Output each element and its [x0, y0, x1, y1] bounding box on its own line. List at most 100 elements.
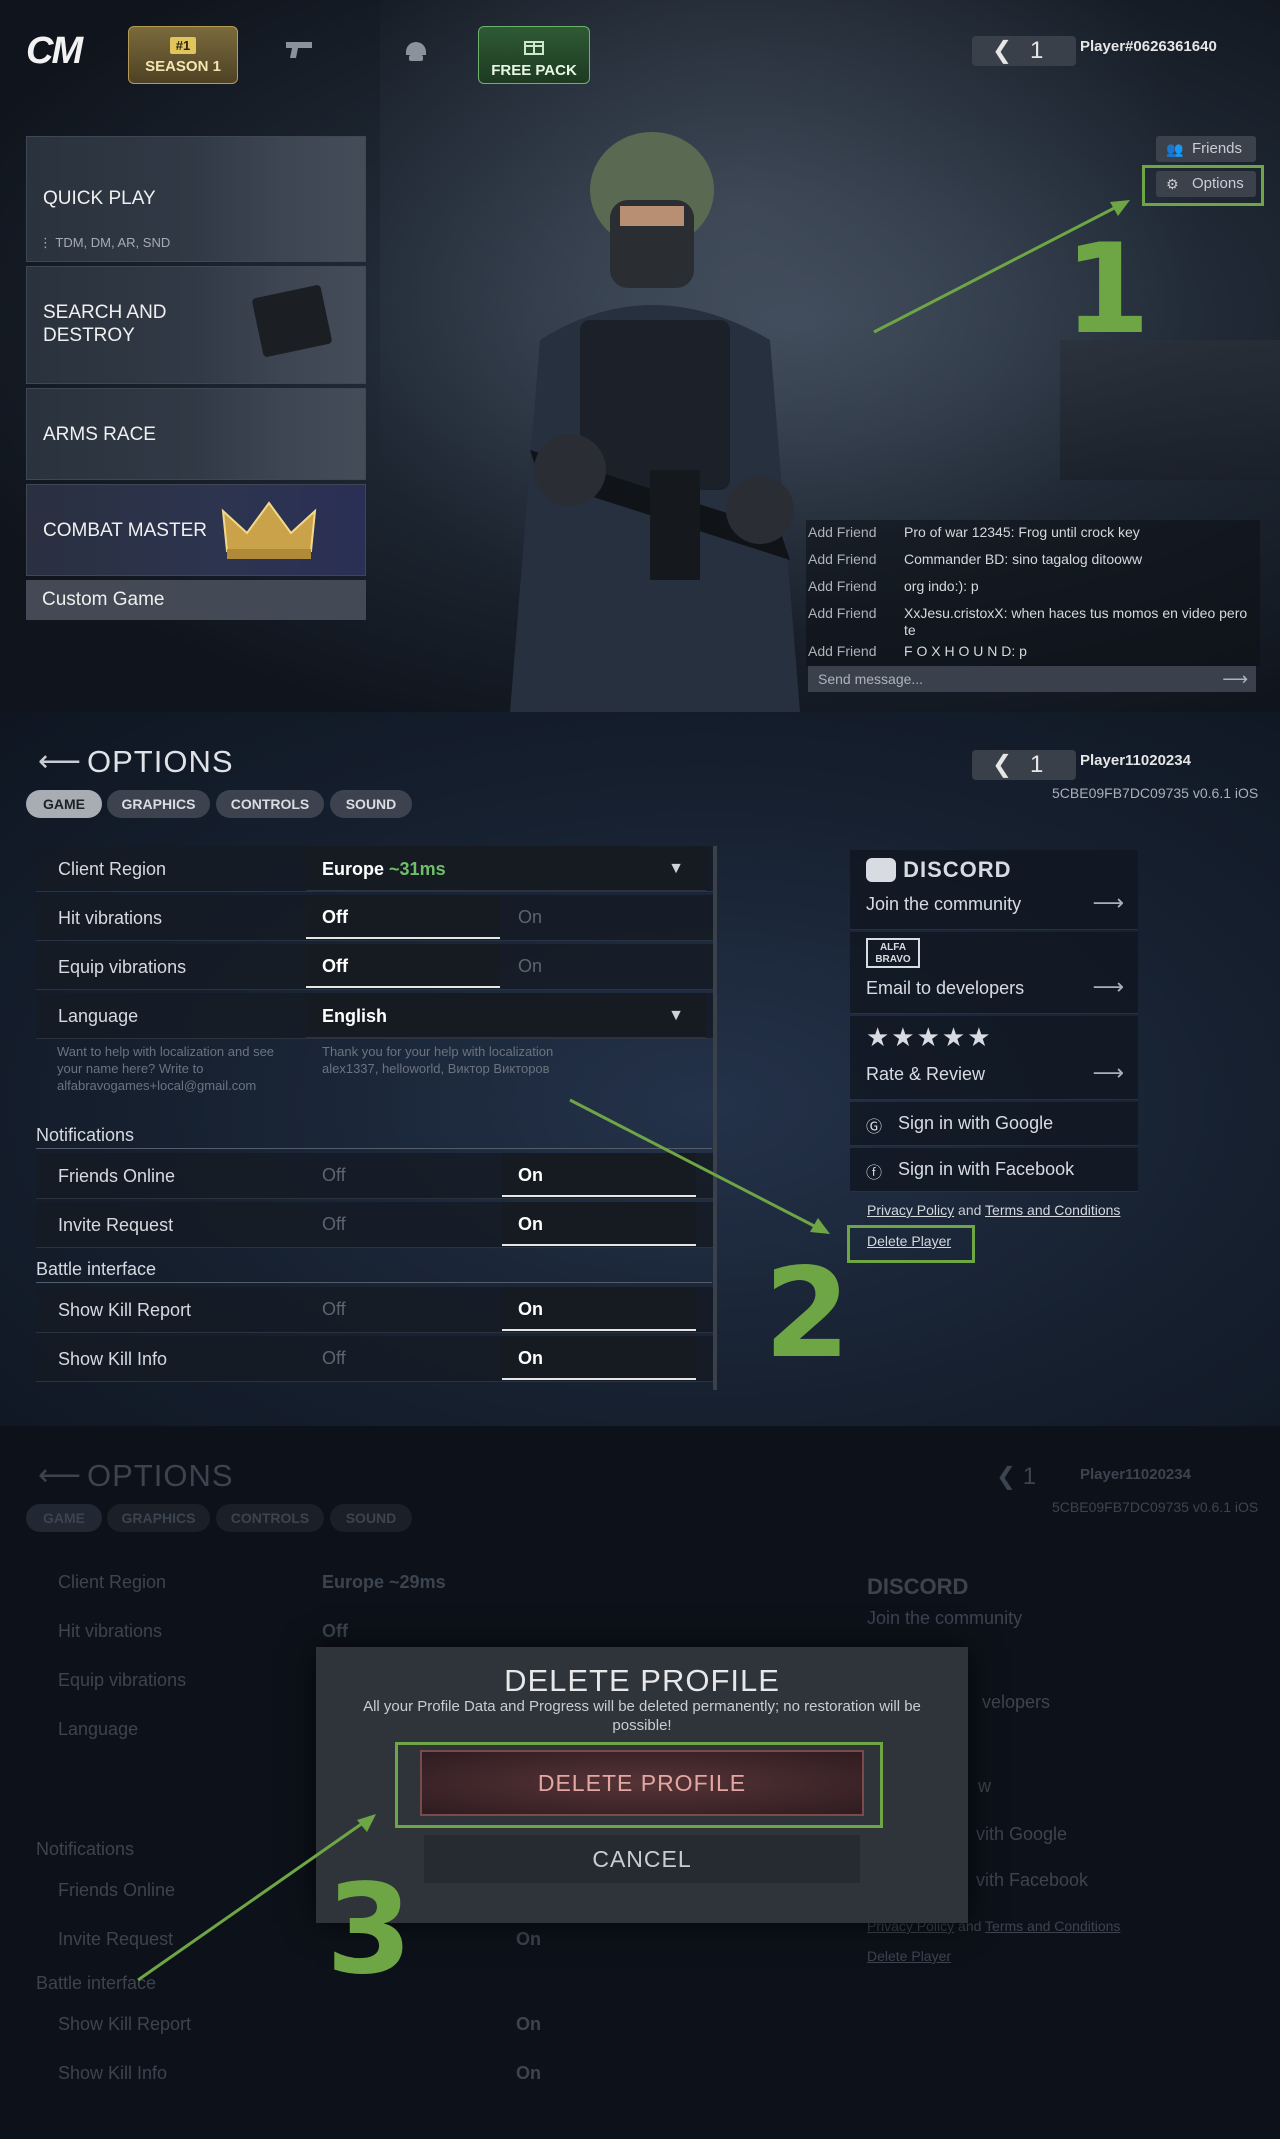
setting-label: Invite Request — [58, 1215, 174, 1235]
tab-sound[interactable]: SOUND — [330, 790, 412, 818]
crown-icon — [219, 499, 319, 563]
google-text: vith Google — [976, 1824, 1068, 1844]
tab-game[interactable]: GAME — [26, 790, 102, 818]
tab-graphics: GRAPHICS — [107, 1504, 210, 1532]
toggle-on[interactable]: On — [502, 944, 706, 988]
free-pack-button[interactable]: FREE PACK — [478, 26, 590, 84]
dialog-title: DELETE PROFILE — [504, 1663, 780, 1698]
google-text: Sign in with Google — [898, 1113, 1054, 1133]
setting-label: Language — [58, 1006, 139, 1026]
alfa-bravo-logo: ALFA BRAVO — [866, 938, 920, 968]
privacy-policy-link[interactable]: Privacy Policy — [867, 1202, 954, 1218]
toggle-on[interactable]: On — [502, 895, 706, 939]
cancel-button[interactable]: CANCEL — [424, 1835, 860, 1883]
email-text: velopers — [982, 1692, 1051, 1712]
rate-review-link[interactable]: ★★★★★ Rate & Review ⟶ — [850, 1016, 1138, 1100]
mode-combat-master[interactable]: COMBAT MASTER — [26, 484, 366, 576]
build-version: 5CBE09FB7DC09735 v0.6.1 iOS — [1052, 1499, 1259, 1515]
google-signin-button[interactable]: Ⓖ Sign in with Google — [850, 1102, 1138, 1146]
game-logo: CM — [26, 30, 83, 72]
facebook-icon: ⓕ — [866, 1165, 883, 1182]
setting-label: Client Region — [58, 1572, 167, 1592]
setting-label: Friends Online — [58, 1166, 176, 1186]
language-dropdown[interactable]: English ▼ — [306, 993, 706, 1039]
toggle-off[interactable]: Off — [306, 1202, 500, 1246]
helmet-icon[interactable] — [396, 38, 436, 66]
toggle-on: On — [516, 2014, 541, 2034]
arrow-right-icon: ⟶ — [1092, 890, 1124, 915]
toggle-off[interactable]: Off — [306, 1336, 500, 1380]
back-arrow-icon[interactable]: ⟵ — [38, 744, 81, 779]
player-level: ❮ 1 — [996, 1463, 1037, 1490]
setting-equip-vibrations: Equip vibrations Off On — [36, 944, 716, 990]
terms-link[interactable]: Terms and Conditions — [985, 1202, 1120, 1218]
discord-text: Join the community — [866, 894, 1022, 914]
setting-hit-vibrations: Hit vibrations Off On — [36, 895, 716, 941]
toggle-on[interactable]: On — [502, 1336, 696, 1380]
friends-button[interactable]: 👥 Friends — [1156, 136, 1256, 162]
ping-value: ~31ms — [389, 859, 446, 879]
pistol-icon[interactable] — [280, 38, 320, 66]
season-button[interactable]: #1 SEASON 1 — [128, 26, 238, 84]
toggle-off[interactable]: Off — [306, 944, 500, 988]
toggle-off[interactable]: Off — [306, 1153, 500, 1197]
toggle-on: On — [516, 2063, 541, 2083]
level-box[interactable]: ❮ 1 — [972, 750, 1076, 780]
add-friend-link[interactable]: Add Friend — [808, 578, 876, 595]
rifle-art — [195, 389, 365, 479]
mode-quick-play[interactable]: QUICK PLAY ⋮ TDM, DM, AR, SND — [26, 136, 366, 262]
email-developers-link[interactable]: ALFA BRAVO Email to developers ⟶ — [850, 932, 1138, 1014]
chat-input[interactable]: Send message... ⟶ — [808, 666, 1256, 692]
soldier-aiming-art — [195, 137, 365, 261]
setting-label: Hit vibrations — [58, 1621, 163, 1641]
mode-arms-race[interactable]: ARMS RACE — [26, 388, 366, 480]
setting-label: Equip vibrations — [58, 957, 187, 977]
chevron-down-icon: ▼ — [668, 1007, 684, 1024]
toggle-off[interactable]: Off — [306, 1287, 500, 1331]
region-dropdown[interactable]: Europe ~31ms ▼ — [306, 846, 706, 892]
discord-logo: DISCORD — [867, 1574, 969, 1599]
rate-text: w — [978, 1776, 991, 1796]
chevron-down-icon: ▼ — [668, 860, 684, 877]
rate-text: Rate & Review — [866, 1064, 986, 1084]
level-box[interactable]: ❮ 1 — [972, 36, 1076, 66]
tab-controls: CONTROLS — [216, 1504, 324, 1532]
add-friend-link[interactable]: Add Friend — [808, 605, 876, 622]
custom-game-button[interactable]: Custom Game — [26, 580, 366, 620]
section-battle-interface: Battle interface — [36, 1259, 157, 1279]
soldier-character — [470, 110, 840, 712]
facebook-signin-button[interactable]: ⓕ Sign in with Facebook — [850, 1148, 1138, 1192]
tab-graphics[interactable]: GRAPHICS — [107, 790, 210, 818]
mode-search-and-destroy[interactable]: SEARCH AND DESTROY — [26, 266, 366, 384]
season-rank-badge: #1 — [169, 37, 197, 54]
chevron-left-icon: ❮ — [992, 37, 1013, 64]
setting-label: Hit vibrations — [58, 908, 163, 928]
and-text: and — [958, 1202, 982, 1218]
setting-language: Language English ▼ — [36, 993, 716, 1039]
toggle-on[interactable]: On — [502, 1287, 696, 1331]
region-value: Europe ~29ms — [322, 1572, 446, 1592]
mode-title: QUICK PLAY — [43, 188, 156, 209]
gift-icon — [479, 37, 589, 60]
add-friend-link[interactable]: Add Friend — [808, 551, 876, 568]
tab-sound: SOUND — [330, 1504, 412, 1532]
free-pack-label: FREE PACK — [491, 62, 577, 79]
mode-title: COMBAT MASTER — [43, 520, 207, 541]
main-menu-screen: CM #1 SEASON 1 FREE PACK ❮ 1 Player#0626… — [0, 0, 1280, 712]
google-icon: Ⓖ — [866, 1119, 883, 1136]
discord-link[interactable]: DISCORD Join the community ⟶ — [850, 850, 1138, 930]
setting-show-kill-info: Show Kill Info Off On — [36, 1336, 716, 1382]
setting-label: Language — [58, 1719, 139, 1739]
setting-show-kill-report: Show Kill Report Off On — [36, 1287, 716, 1333]
send-arrow-icon[interactable]: ⟶ — [1222, 666, 1248, 692]
add-friend-link[interactable]: Add Friend — [808, 643, 876, 660]
toggle-off[interactable]: Off — [306, 895, 500, 939]
player-level: 1 — [1030, 37, 1044, 64]
facebook-text: Sign in with Facebook — [898, 1159, 1075, 1179]
add-friend-link[interactable]: Add Friend — [808, 524, 876, 541]
player-name: Player11020234 — [1080, 752, 1191, 769]
annotation-arrow-2 — [569, 1098, 830, 1234]
tab-controls[interactable]: CONTROLS — [216, 790, 324, 818]
chevron-left-icon: ❮ — [992, 751, 1013, 778]
localization-note: Want to help with localization and see y… — [57, 1044, 275, 1093]
